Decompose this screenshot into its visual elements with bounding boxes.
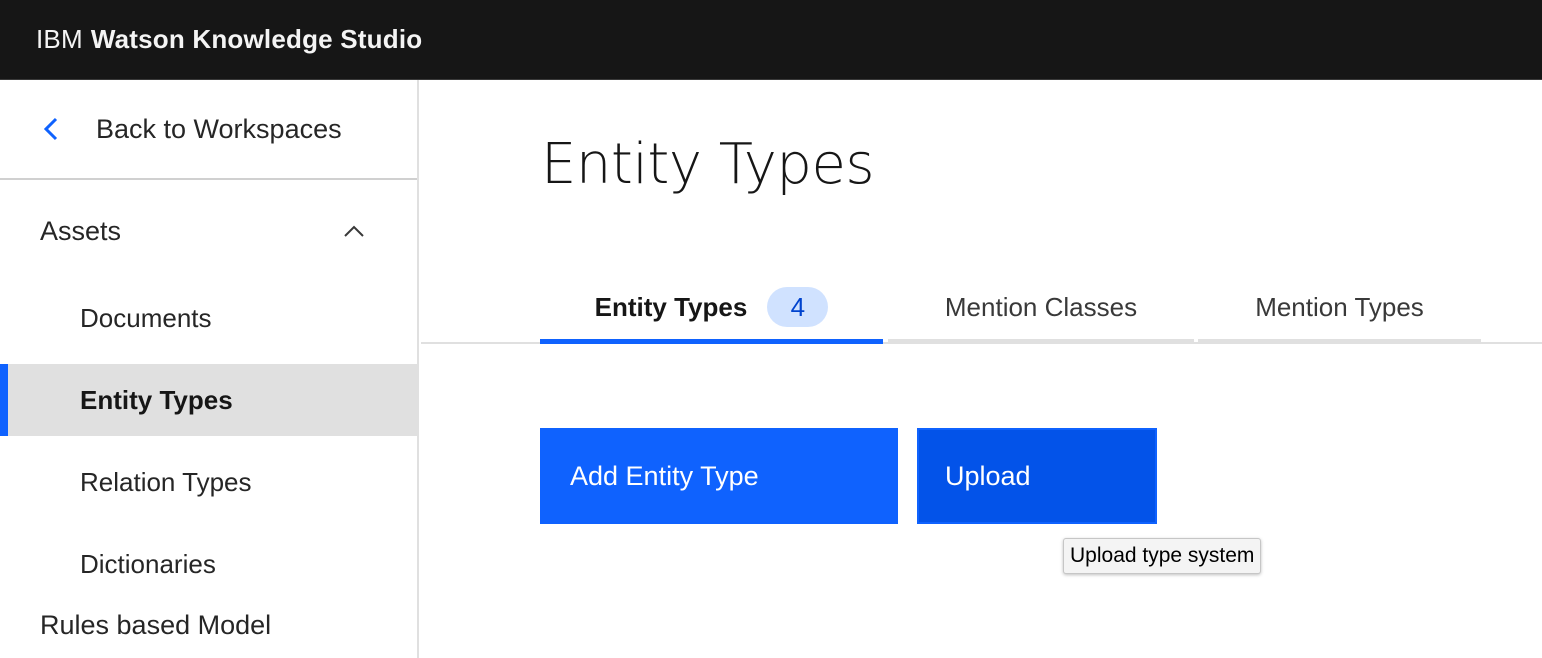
tab-underline [1198, 339, 1481, 344]
sidebar: Back to Workspaces Assets Documents Enti… [0, 80, 419, 658]
page-title: Entity Types [541, 132, 875, 197]
sidebar-item-documents[interactable]: Documents [0, 282, 417, 354]
chevron-left-icon [43, 117, 58, 141]
tab-label: Mention Classes [944, 291, 1138, 322]
tab-underline [540, 339, 883, 344]
brand-prefix: IBM [36, 24, 83, 54]
sidebar-item-relation-types[interactable]: Relation Types [0, 446, 417, 518]
main-content: Entity Types Entity Types 4 Mention Clas… [421, 80, 1542, 658]
back-link-label: Back to Workspaces [96, 113, 342, 144]
button-label: Add Entity Type [570, 460, 759, 491]
back-to-workspaces-link[interactable]: Back to Workspaces [0, 80, 417, 180]
chevron-up-icon [344, 225, 364, 237]
sidebar-item-label: Relation Types [80, 466, 252, 497]
tab-label: Mention Types [1255, 291, 1424, 322]
assets-section-toggle[interactable]: Assets [0, 180, 417, 282]
tab-underline [888, 339, 1194, 344]
product-name: Watson Knowledge Studio [90, 24, 423, 54]
sidebar-group-rules-model[interactable]: Rules based Model [0, 610, 417, 640]
button-label: Upload [945, 460, 1031, 491]
tab-mention-classes[interactable]: Mention Classes [888, 270, 1194, 344]
count-badge: 4 [767, 287, 829, 327]
sidebar-item-label: Documents [80, 302, 212, 333]
tab-entity-types[interactable]: Entity Types 4 [540, 270, 883, 344]
app-header: IBM Watson Knowledge Studio [0, 0, 1542, 80]
sidebar-item-label: Entity Types [80, 384, 233, 415]
app-brand[interactable]: IBM Watson Knowledge Studio [36, 24, 422, 55]
tab-mention-types[interactable]: Mention Types [1198, 270, 1481, 344]
tab-label: Entity Types [594, 291, 748, 322]
assets-section-title: Assets [40, 215, 122, 246]
sidebar-item-entity-types[interactable]: Entity Types [0, 364, 417, 436]
sidebar-item-dictionaries[interactable]: Dictionaries [0, 528, 417, 600]
sidebar-item-label: Dictionaries [80, 548, 216, 579]
upload-tooltip: Upload type system [1063, 538, 1262, 574]
upload-button[interactable]: Upload [917, 428, 1157, 524]
add-entity-type-button[interactable]: Add Entity Type [540, 428, 898, 524]
